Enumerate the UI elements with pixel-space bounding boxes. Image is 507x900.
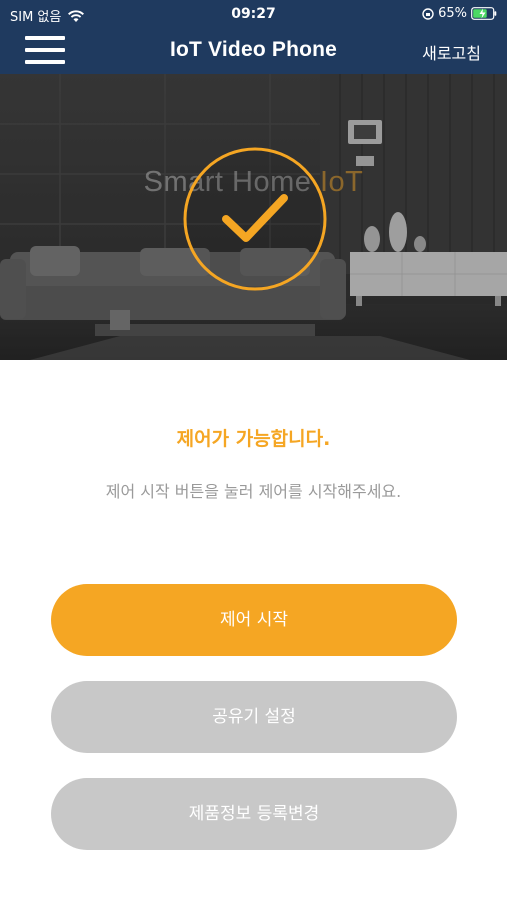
hero-banner: Smart Home IoT xyxy=(0,74,507,360)
check-circle-icon xyxy=(183,147,327,291)
nav-bar: IoT Video Phone 새로고침 xyxy=(0,28,507,74)
app-screen: SIM 없음 09:27 65% IoT Video Phone 새로고침 Sm… xyxy=(0,0,507,900)
battery-percent: 65% xyxy=(438,6,467,21)
status-heading: 제어가 가능합니다. xyxy=(176,428,331,450)
start-control-button[interactable]: 제어 시작 xyxy=(51,584,457,656)
rotation-lock-icon xyxy=(422,7,434,20)
status-subtext: 제어 시작 버튼을 눌러 제어를 시작해주세요. xyxy=(105,482,402,501)
refresh-button[interactable]: 새로고침 xyxy=(422,40,481,64)
status-bar: SIM 없음 09:27 65% xyxy=(0,0,507,28)
status-right: 65% xyxy=(422,6,497,21)
battery-charging-icon xyxy=(471,7,497,20)
product-info-button[interactable]: 제품정보 등록변경 xyxy=(51,778,457,850)
router-settings-button[interactable]: 공유기 설정 xyxy=(51,681,457,753)
